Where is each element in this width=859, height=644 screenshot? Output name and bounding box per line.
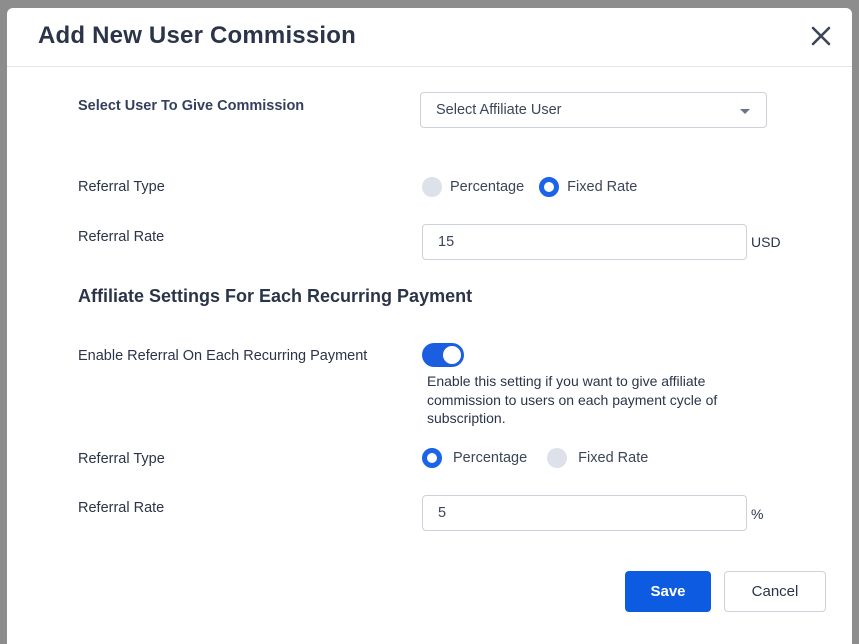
radio-on-icon (539, 177, 560, 197)
chevron-down-icon (740, 109, 750, 114)
recurring-section-title: Affiliate Settings For Each Recurring Pa… (78, 286, 473, 306)
referral-rate-input[interactable] (422, 224, 747, 260)
referral-type-radio-group: Percentage Fixed Rate (422, 177, 637, 197)
recurring-type-fixed-rate-radio[interactable]: Fixed Rate (547, 448, 648, 468)
recurring-referral-rate-unit: % (751, 506, 764, 522)
affiliate-user-select[interactable]: Select Affiliate User (420, 92, 767, 128)
toggle-knob (443, 346, 461, 364)
radio-off-icon (547, 448, 568, 468)
recurring-referral-type-radio-group: Percentage Fixed Rate (422, 448, 648, 468)
radio-label: Fixed Rate (578, 450, 649, 466)
referral-type-percentage-radio[interactable]: Percentage (422, 177, 524, 197)
recurring-referral-rate-label: Referral Rate (78, 500, 165, 516)
modal-title: Add New User Commission (38, 22, 356, 49)
referral-type-label: Referral Type (78, 179, 165, 195)
add-commission-modal: Add New User Commission Select User To G… (7, 8, 852, 644)
recurring-type-percentage-radio[interactable]: Percentage (422, 448, 527, 468)
radio-label: Percentage (453, 450, 528, 466)
referral-rate-label: Referral Rate (78, 229, 165, 245)
radio-on-icon (422, 448, 442, 468)
recurring-help-text: Enable this setting if you want to give … (427, 373, 718, 426)
recurring-referral-toggle[interactable] (422, 343, 464, 367)
recurring-referral-type-label: Referral Type (78, 451, 165, 467)
referral-type-fixed-rate-radio[interactable]: Fixed Rate (539, 177, 637, 197)
modal-header: Add New User Commission (7, 8, 852, 67)
radio-label: Percentage (450, 179, 525, 195)
cancel-button[interactable]: Cancel (724, 571, 826, 612)
referral-rate-unit: USD (751, 234, 781, 250)
select-user-label: Select User To Give Commission (78, 98, 305, 114)
radio-off-icon (422, 177, 442, 197)
affiliate-user-select-value: Select Affiliate User (436, 102, 562, 118)
recurring-toggle-label: Enable Referral On Each Recurring Paymen… (78, 348, 368, 364)
radio-label: Fixed Rate (567, 179, 638, 195)
close-button[interactable] (808, 23, 834, 49)
close-icon (811, 26, 831, 46)
recurring-referral-rate-input[interactable] (422, 495, 747, 531)
save-button[interactable]: Save (625, 571, 711, 612)
